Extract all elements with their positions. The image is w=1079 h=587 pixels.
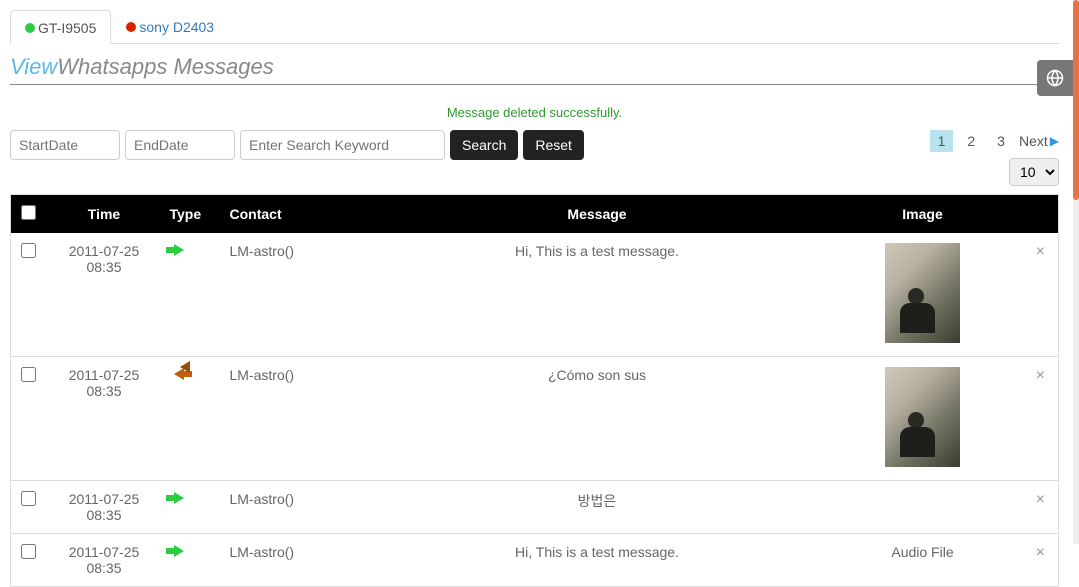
keyword-input[interactable]	[240, 130, 445, 160]
tab-device-2[interactable]: sony D2403	[111, 10, 229, 43]
cell-image	[823, 357, 1023, 481]
end-date-input[interactable]	[125, 130, 235, 160]
cell-message: ¿Cómo son sus	[372, 357, 823, 481]
header-image: Image	[823, 195, 1023, 234]
search-button[interactable]: Search	[450, 130, 518, 160]
cell-time: 2011-07-2508:35	[47, 357, 162, 481]
cell-type	[162, 233, 222, 357]
tab-label: GT-I9505	[38, 20, 96, 36]
title-rest: Whatsapps Messages	[57, 54, 273, 79]
next-label: Next	[1019, 133, 1048, 149]
cell-contact: LM-astro()	[222, 233, 372, 357]
row-checkbox[interactable]	[21, 243, 36, 258]
search-controls: Search Reset	[10, 130, 584, 160]
device-tabs: GT-I9505 sony D2403	[10, 10, 1059, 44]
page-title: ViewWhatsapps Messages	[10, 54, 1059, 85]
cell-image	[823, 481, 1023, 534]
table-row: 2011-07-2508:35 LM-astro()¿Cómo son sus ×	[11, 357, 1059, 481]
row-checkbox[interactable]	[21, 491, 36, 506]
pagination: 1 2 3 Next ▶	[930, 130, 1059, 152]
cell-image	[823, 233, 1023, 357]
select-all-checkbox[interactable]	[21, 205, 36, 220]
cell-time: 2011-07-2508:35	[47, 481, 162, 534]
cell-contact: LM-astro()	[222, 481, 372, 534]
table-row: 2011-07-2508:35 LM-astro()Hi, This is a t…	[11, 534, 1059, 587]
cell-message: Hi, This is a test message.	[372, 233, 823, 357]
table-row: 2011-07-2508:35 LM-astro()방법은 ×	[11, 481, 1059, 534]
cell-type	[162, 357, 222, 481]
delete-row-button[interactable]: ×	[1023, 534, 1059, 587]
title-view: View	[10, 54, 57, 79]
reset-button[interactable]: Reset	[523, 130, 584, 160]
arrow-outgoing-icon	[174, 492, 184, 504]
delete-row-button[interactable]: ×	[1023, 233, 1059, 357]
header-time: Time	[47, 195, 162, 234]
cell-time: 2011-07-2508:35	[47, 534, 162, 587]
cell-contact: LM-astro()	[222, 534, 372, 587]
cell-image: Audio File	[823, 534, 1023, 587]
delete-row-button[interactable]: ×	[1023, 481, 1059, 534]
image-alt-text: Audio File	[891, 544, 953, 560]
next-page[interactable]: Next ▶	[1019, 133, 1059, 149]
cell-message: 방법은	[372, 481, 823, 534]
alert-message: Message deleted successfully.	[10, 105, 1059, 120]
message-thumbnail[interactable]	[885, 243, 960, 343]
scrollbar-thumb[interactable]	[1073, 0, 1079, 200]
status-dot-online-icon	[25, 23, 35, 33]
cell-contact: LM-astro()	[222, 357, 372, 481]
page-3[interactable]: 3	[989, 130, 1013, 152]
chevron-right-icon: ▶	[1050, 134, 1059, 148]
header-message: Message	[372, 195, 823, 234]
delete-row-button[interactable]: ×	[1023, 357, 1059, 481]
table-row: 2011-07-2508:35 LM-astro()Hi, This is a t…	[11, 233, 1059, 357]
page-size-select[interactable]: 10	[1009, 158, 1059, 186]
arrow-outgoing-icon	[174, 244, 184, 256]
cell-message: Hi, This is a test message.	[372, 534, 823, 587]
cell-time: 2011-07-2508:35	[47, 233, 162, 357]
cell-type	[162, 534, 222, 587]
header-type: Type	[162, 195, 222, 234]
globe-icon	[1046, 69, 1064, 87]
cell-type	[162, 481, 222, 534]
header-contact: Contact	[222, 195, 372, 234]
start-date-input[interactable]	[10, 130, 120, 160]
arrow-outgoing-icon	[174, 545, 184, 557]
row-checkbox[interactable]	[21, 367, 36, 382]
message-thumbnail[interactable]	[885, 367, 960, 467]
status-dot-offline-icon	[126, 22, 136, 32]
row-checkbox[interactable]	[21, 544, 36, 559]
tab-label: sony D2403	[139, 19, 214, 35]
globe-button[interactable]	[1037, 60, 1073, 96]
tab-device-1[interactable]: GT-I9505	[10, 10, 111, 44]
messages-table: Time Type Contact Message Image 2011-07-…	[10, 194, 1059, 587]
page-1[interactable]: 1	[930, 130, 954, 152]
page-2[interactable]: 2	[959, 130, 983, 152]
